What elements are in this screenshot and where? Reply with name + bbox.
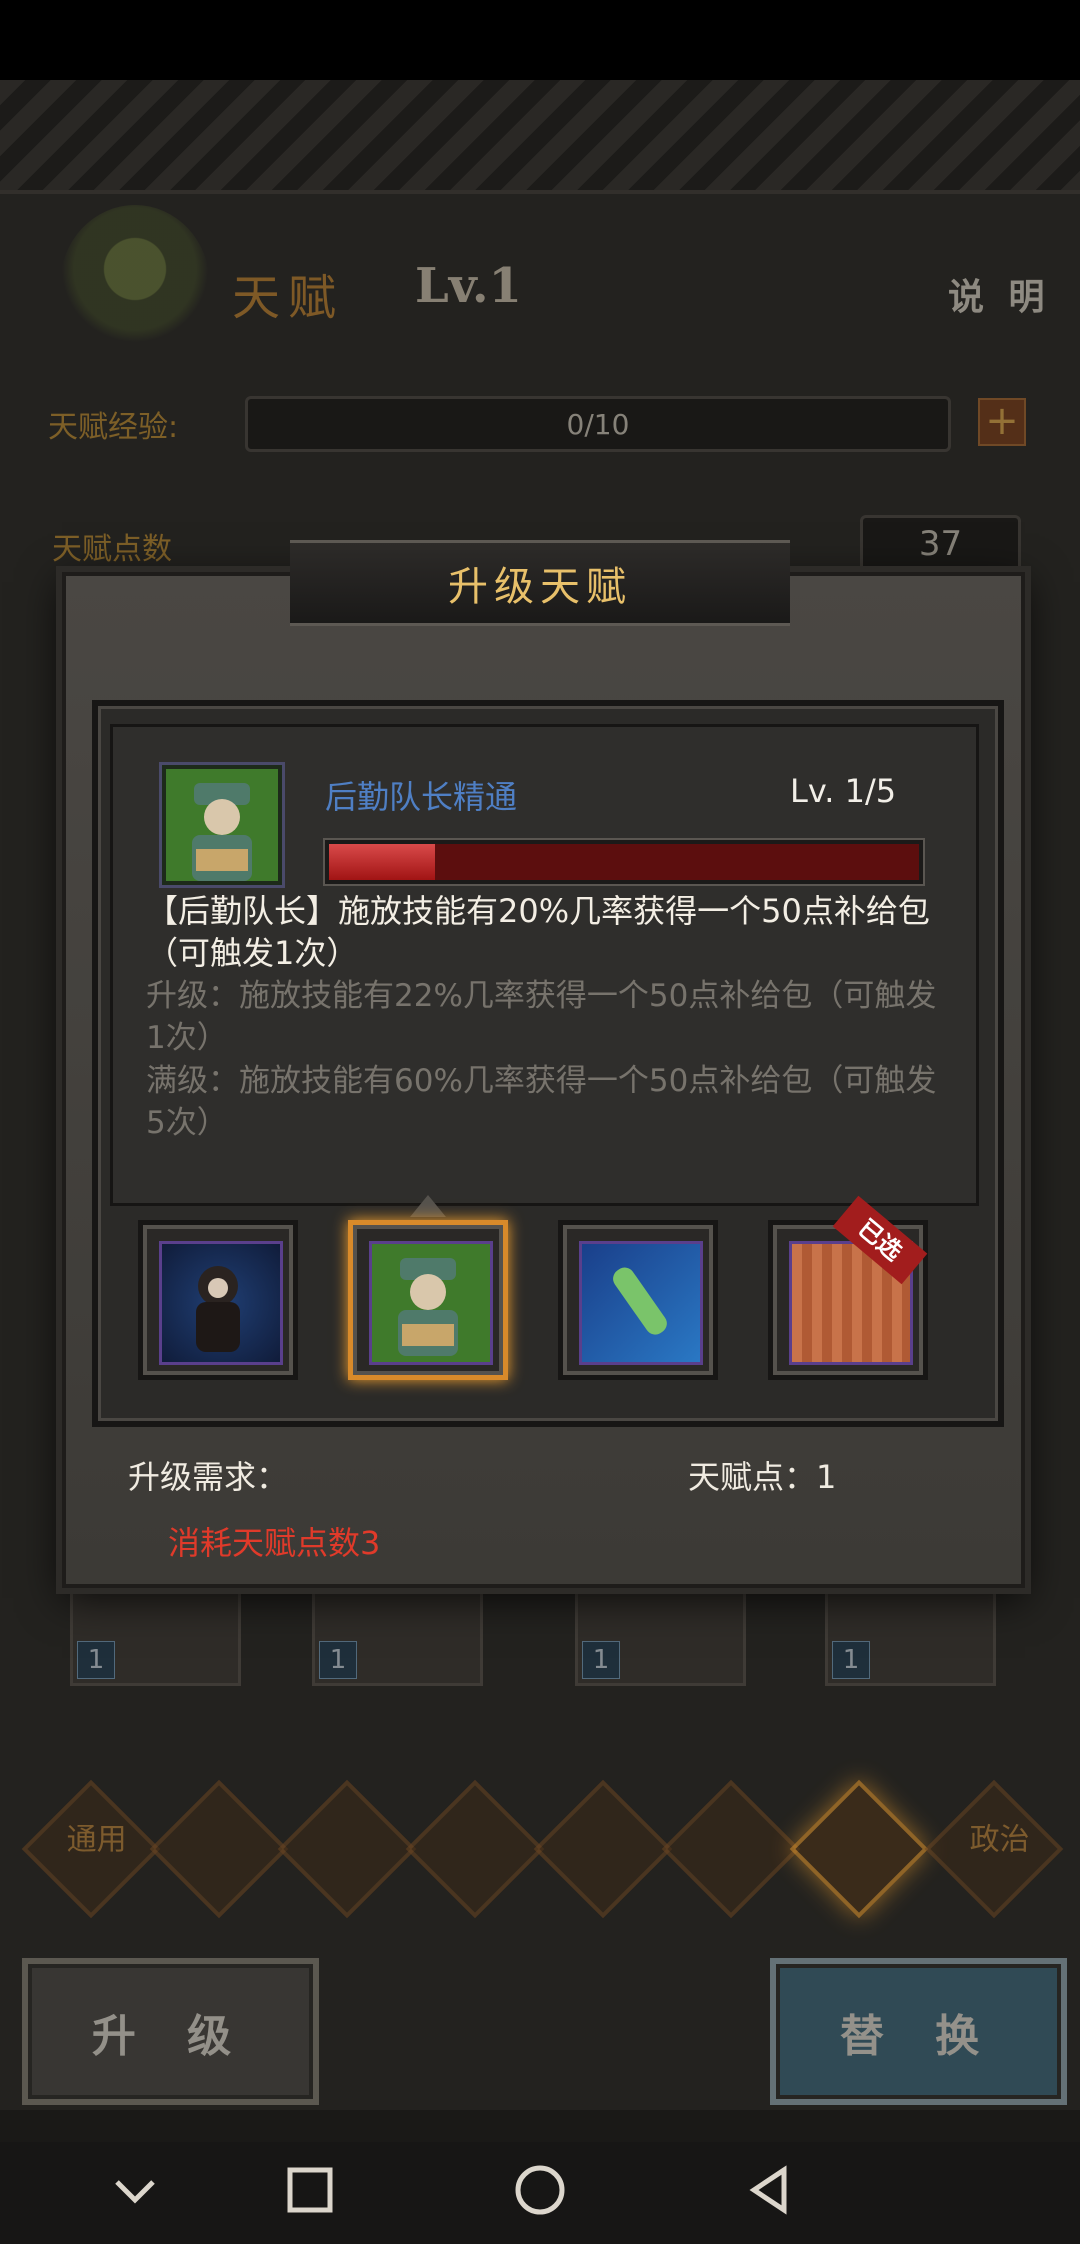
skill-level: Lv. 1/5: [790, 772, 897, 810]
soldier-portrait-icon: [369, 1241, 493, 1365]
talent-points-required: 天赋点：1: [688, 1458, 837, 1496]
skill-tab-logistics[interactable]: [348, 1220, 508, 1380]
woman-portrait-icon: [159, 1241, 283, 1365]
skill-description-next: 升级：施放技能有22%几率获得一个50点补给包（可触发1次）: [146, 978, 937, 1056]
cost-text: 消耗天赋点数3: [168, 1524, 381, 1562]
soldier-icon: [166, 769, 278, 881]
skill-portrait-icon: [162, 765, 282, 885]
skill-description-max: 满级：施放技能有60%几率获得一个50点补给包（可触发5次）: [146, 1063, 937, 1141]
selected-caret-icon: [410, 1195, 446, 1217]
skill-name: 后勤队长精通: [325, 778, 518, 816]
triangle-back-icon[interactable]: [740, 2160, 800, 2220]
skill-description-current: 【后勤队长】施放技能有20%几率获得一个50点补给包（可触发1次）: [146, 892, 930, 972]
skill-tab-potion[interactable]: [558, 1220, 718, 1380]
chevron-down-icon[interactable]: [105, 2160, 165, 2220]
status-bar: [0, 0, 1080, 80]
skill-tab-woman[interactable]: [138, 1220, 298, 1380]
modal-title-bar: 升级天赋: [290, 540, 790, 626]
circle-icon[interactable]: [510, 2160, 570, 2220]
square-icon[interactable]: [280, 2160, 340, 2220]
potion-vial-icon: [579, 1241, 703, 1365]
skill-progress-fill: [329, 844, 436, 880]
skill-progress-bar: [325, 840, 923, 884]
requirement-label: 升级需求：: [128, 1458, 289, 1496]
modal-title: 升级天赋: [448, 564, 632, 610]
